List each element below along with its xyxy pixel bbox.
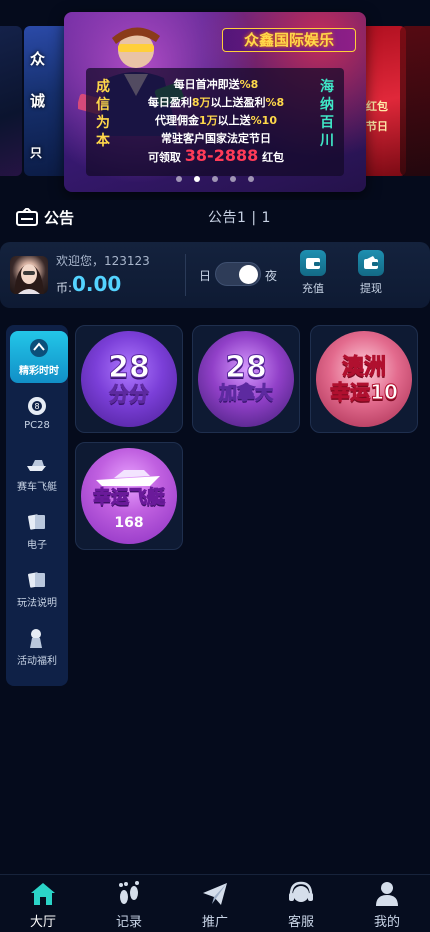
nav-item-promote[interactable]: 推广	[185, 881, 245, 930]
nav-label: 我的	[373, 915, 400, 930]
sidebar-item-lottery[interactable]: 精彩时时	[10, 331, 68, 383]
promo-panel: 成信为本 海纳百川 每日首冲即送%8 每日盈利8万以上送盈利%8 代理佣金1万以…	[86, 68, 344, 176]
balance-amount: 0.00	[72, 272, 122, 296]
welcome-text: 欢迎您，123123	[56, 254, 150, 268]
headset-icon	[271, 881, 331, 907]
sidebar-item-label: 玩法说明	[17, 598, 57, 609]
sidebar-item-label: 赛车飞艇	[17, 482, 57, 493]
speedboat-icon	[96, 470, 160, 486]
sidebar-item-promotions[interactable]: 活动福利	[6, 627, 68, 667]
recharge-button[interactable]: 充值	[293, 250, 333, 296]
bottom-nav: 大厅 记录 推广 客服 我的	[0, 874, 430, 932]
banner-carousel[interactable]: 众 诚 只 红包 节日 众鑫国际娱乐 成信为本 海纳百川 每日首冲即送%8 每日…	[0, 0, 430, 200]
brand-title: 众鑫国际娱乐	[222, 28, 356, 52]
promo-slogan-left: 成信为本	[96, 79, 110, 149]
user-icon	[357, 881, 417, 907]
sidebar-item-pc28[interactable]: 8 PC28	[6, 395, 68, 431]
paper-plane-icon	[185, 881, 245, 907]
carousel-dot[interactable]	[212, 176, 218, 182]
game-tile-australia-lucky10[interactable]: 澳洲 幸运10	[310, 325, 418, 433]
user-card: 欢迎您，123123 币: 0.00 日 夜 充值 提现	[0, 242, 430, 308]
banner-slide-left-far[interactable]	[0, 26, 22, 176]
notice-title: 公告	[44, 208, 75, 227]
game-logo: 澳洲 幸运10	[316, 331, 412, 427]
cards-icon	[6, 569, 68, 591]
promo-line: 每日盈利8万以上送盈利%8	[147, 96, 285, 109]
nav-label: 大厅	[29, 915, 56, 930]
banner-right-text: 节日	[366, 120, 388, 133]
promo-line: 代理佣金1万以上送%10	[155, 114, 277, 127]
banner-left-text: 众	[30, 50, 46, 68]
withdraw-button[interactable]: 提现	[351, 250, 391, 296]
banner-slide-right-far[interactable]	[400, 26, 430, 176]
banner-left-text: 诚	[30, 92, 46, 110]
day-mode-label: 日	[199, 269, 212, 283]
footprints-icon	[99, 881, 159, 907]
banner-left-text: 只	[30, 146, 43, 160]
carousel-dot-active[interactable]	[194, 176, 200, 182]
nav-label: 客服	[287, 915, 314, 930]
nav-label: 推广	[201, 915, 228, 930]
game-tile-lucky-airship[interactable]: 幸运飞艇 168	[75, 442, 183, 550]
theme-toggle[interactable]	[215, 262, 261, 286]
promo-line: 每日首冲即送%8	[173, 78, 259, 91]
game-logo: 28 分分	[81, 331, 177, 427]
announcement-icon	[16, 208, 38, 226]
banner-slide-main[interactable]: 众鑫国际娱乐 成信为本 海纳百川 每日首冲即送%8 每日盈利8万以上送盈利%8 …	[64, 12, 366, 192]
divider	[185, 254, 186, 296]
notice-bar[interactable]: 公告 公告1 | 1	[0, 200, 430, 234]
nav-label: 记录	[115, 915, 142, 930]
carousel-dot[interactable]	[230, 176, 236, 182]
carousel-dot[interactable]	[248, 176, 254, 182]
wallet-out-icon	[358, 250, 384, 276]
game-logo: 28 加拿大	[198, 331, 294, 427]
recharge-label: 充值	[302, 282, 324, 295]
coin-label: 币:	[56, 281, 73, 295]
cards-icon	[6, 511, 68, 533]
sidebar-item-label: 活动福利	[17, 656, 57, 667]
promo-line: 可领取 38-2888 红包	[147, 146, 285, 165]
svg-text:8: 8	[34, 402, 39, 411]
night-mode-label: 夜	[265, 269, 278, 283]
category-sidebar: 精彩时时 8 PC28 赛车飞艇 电子 玩法说明 活动福利	[6, 325, 68, 686]
sidebar-item-label: PC28	[24, 420, 50, 431]
sidebar-item-racing[interactable]: 赛车飞艇	[6, 453, 68, 493]
game-logo: 幸运飞艇 168	[81, 448, 177, 544]
gift-icon	[6, 627, 68, 649]
promo-line: 常驻客户国家法定节日	[161, 132, 271, 145]
withdraw-label: 提现	[360, 282, 382, 295]
avatar[interactable]	[10, 256, 48, 294]
nav-item-support[interactable]: 客服	[271, 881, 331, 930]
game-tile-28-canada[interactable]: 28 加拿大	[192, 325, 300, 433]
banner-right-text: 红包	[366, 100, 388, 113]
nav-item-lobby[interactable]: 大厅	[13, 881, 73, 930]
avatar-image	[14, 264, 44, 294]
promo-slogan-right: 海纳百川	[320, 79, 334, 149]
home-icon	[13, 881, 73, 907]
sidebar-item-label: 精彩时时	[19, 366, 59, 377]
nav-item-records[interactable]: 记录	[99, 881, 159, 930]
sidebar-item-electronic[interactable]: 电子	[6, 511, 68, 551]
toggle-knob	[239, 265, 258, 284]
carousel-indicator	[64, 167, 366, 186]
lottery-icon	[10, 337, 68, 359]
sidebar-item-rules[interactable]: 玩法说明	[6, 569, 68, 609]
sidebar-item-label: 电子	[27, 540, 47, 551]
game-tile-28-fenfen[interactable]: 28 分分	[75, 325, 183, 433]
nav-item-profile[interactable]: 我的	[357, 881, 417, 930]
eight-ball-icon: 8	[6, 395, 68, 417]
carousel-dot[interactable]	[176, 176, 182, 182]
speedboat-icon	[6, 453, 68, 475]
wallet-icon	[300, 250, 326, 276]
notice-marquee[interactable]: 公告1 | 1	[208, 207, 271, 227]
